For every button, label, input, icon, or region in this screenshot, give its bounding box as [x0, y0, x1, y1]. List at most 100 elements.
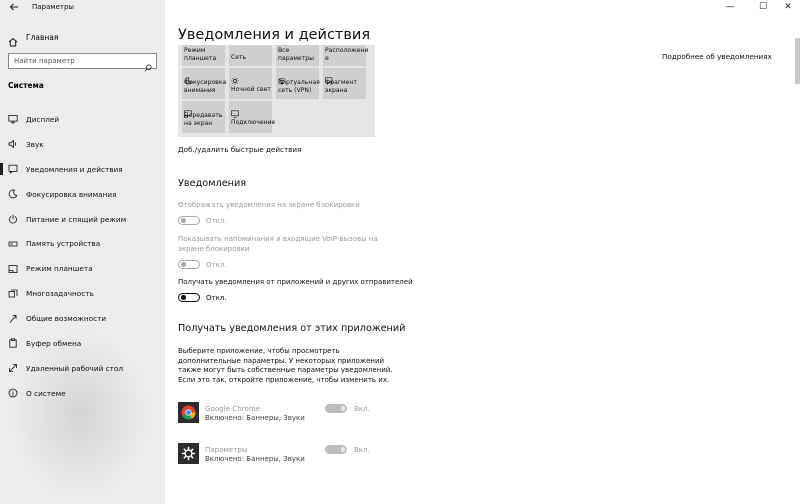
sidebar-item-clipboard[interactable]: Буфер обмена	[0, 331, 165, 356]
sidebar-item-label: Общие возможности	[26, 314, 107, 324]
from-apps-heading: Получать уведомления от этих приложений	[178, 323, 406, 334]
toggle-knob	[181, 295, 186, 300]
quick-action-label: Режим планшета	[184, 47, 217, 62]
multitasking-icon	[8, 289, 18, 299]
sidebar-item-power[interactable]: Питание и спящий режим	[0, 207, 165, 232]
related-link-notifications[interactable]: Подробнее об уведомлениях	[662, 52, 772, 61]
sidebar-item-label: О системе	[26, 388, 66, 398]
from-apps-description: Выберите приложение, чтобы просмотреть д…	[178, 347, 393, 384]
quick-action-label: Фрагмент экрана	[325, 79, 357, 94]
info-icon	[8, 388, 18, 398]
sidebar-item-label: Буфер обмена	[26, 338, 82, 348]
app-notifications-toggle-state: Откл.	[206, 294, 227, 302]
sidebar-item-label: Многозадачность	[26, 289, 94, 299]
sidebar-item-multitasking[interactable]: Многозадачность	[0, 281, 165, 306]
sidebar-item-label: Фокусировка внимания	[26, 189, 117, 199]
notifications-heading: Уведомления	[178, 178, 247, 189]
main-content: Уведомления и действия Подробнее об увед…	[165, 0, 800, 504]
storage-icon	[8, 239, 18, 249]
quick-action-focus[interactable]: Фокусировка внимания	[182, 68, 227, 99]
app-title: Параметры	[32, 3, 74, 11]
toggle-knob	[181, 262, 186, 267]
app-status: Включено: Баннеры, Звуки	[205, 455, 305, 463]
lock-screen-toggle-state: Откл.	[206, 217, 227, 225]
quick-action-snip[interactable]: Фрагмент экрана	[323, 68, 366, 99]
app-notifications-toggle[interactable]	[178, 293, 200, 302]
settings-gear-icon	[178, 443, 199, 464]
sidebar-item-tablet[interactable]: Режим планшета	[0, 256, 165, 281]
snip-icon	[325, 70, 333, 85]
sidebar-nav: Дисплей Звук Уведомления и действия Фоку…	[0, 107, 165, 406]
sun-icon	[231, 70, 239, 85]
sidebar-item-label: Звук	[26, 139, 44, 149]
page-title: Уведомления и действия	[178, 27, 371, 43]
sidebar-item-shared[interactable]: Общие возможности	[0, 306, 165, 331]
toggle-knob	[340, 447, 345, 452]
quick-action-tablet-mode[interactable]: Режим планшета	[182, 45, 225, 66]
remote-desktop-icon	[8, 363, 18, 373]
vpn-icon	[278, 70, 286, 85]
quick-action-night-light[interactable]: Ночной свет	[229, 68, 272, 99]
sidebar-item-label: Дисплей	[26, 114, 60, 124]
settings-toggle[interactable]	[325, 445, 347, 454]
quick-action-label: Сеть	[231, 54, 247, 61]
quick-action-all-settings[interactable]: Все параметры	[276, 45, 319, 66]
power-icon	[8, 214, 18, 224]
connect-icon	[231, 103, 239, 118]
home-button[interactable]: Главная	[8, 32, 59, 47]
search-input[interactable]: Найти параметр	[14, 57, 75, 65]
quick-action-connect[interactable]: Подключение	[229, 101, 275, 133]
home-icon	[8, 32, 18, 47]
notifications-icon	[8, 164, 18, 175]
voip-toggle[interactable]	[178, 260, 200, 269]
sidebar-item-label: Память устройства	[26, 239, 101, 249]
scrollbar[interactable]	[795, 38, 800, 84]
sidebar: Параметры Главная Найти параметр Система…	[0, 0, 165, 504]
quick-action-project[interactable]: Передавать на экран	[182, 101, 225, 133]
sidebar-item-display[interactable]: Дисплей	[0, 107, 165, 132]
project-icon	[184, 103, 192, 118]
sidebar-item-focus[interactable]: Фокусировка внимания	[0, 182, 165, 207]
sound-icon	[8, 139, 18, 149]
home-label: Главная	[26, 32, 59, 42]
sidebar-item-label: Удаленный рабочий стол	[26, 363, 124, 373]
sidebar-item-label: Питание и спящий режим	[26, 214, 127, 224]
quick-action-label: Передавать на экран	[184, 112, 223, 127]
tablet-icon	[8, 264, 18, 274]
search-box[interactable]: Найти параметр	[8, 53, 157, 72]
settings-toggle-state: Вкл.	[354, 446, 370, 454]
quick-action-location[interactable]: Расположени е	[323, 45, 369, 66]
moon-icon	[184, 70, 192, 85]
app-status: Включено: Баннеры, Звуки	[205, 414, 305, 422]
chrome-icon	[178, 402, 199, 423]
back-arrow-icon[interactable]	[8, 1, 20, 13]
app-notifications-label: Получать уведомления от приложений и дру…	[178, 278, 413, 286]
quick-action-label: Расположени е	[325, 47, 369, 62]
chrome-toggle[interactable]	[325, 404, 347, 413]
quick-actions-panel: Режим планшета Сеть Все параметры Распол…	[178, 45, 375, 137]
lock-screen-label: Отображать уведомления на экране блокиро…	[178, 201, 360, 209]
lock-screen-toggle[interactable]	[178, 216, 200, 225]
app-name: Параметры	[205, 445, 248, 454]
sidebar-item-about[interactable]: О системе	[0, 381, 165, 406]
quick-action-label: Виртуальная сеть (VPN)	[278, 79, 320, 94]
sidebar-item-storage[interactable]: Память устройства	[0, 231, 165, 256]
sidebar-item-label: Режим планшета	[26, 264, 93, 274]
sidebar-item-sound[interactable]: Звук	[0, 132, 165, 157]
toggle-knob	[340, 406, 345, 411]
chrome-toggle-state: Вкл.	[354, 405, 370, 413]
voip-toggle-state: Откл.	[206, 261, 227, 269]
search-icon[interactable]	[144, 57, 152, 72]
quick-action-label: Фокусировка внимания	[184, 79, 227, 94]
quick-action-vpn[interactable]: Виртуальная сеть (VPN)	[276, 68, 320, 99]
edit-quick-actions-link[interactable]: Доб./удалить быстрые действия	[178, 145, 301, 154]
quick-action-label: Все параметры	[278, 47, 314, 62]
title-bar: Параметры	[0, 0, 165, 14]
quick-action-network[interactable]: Сеть	[229, 45, 272, 66]
shared-icon	[8, 314, 18, 324]
voip-label: Показывать напоминания и входящие VoIP-в…	[178, 235, 378, 253]
sidebar-item-remote-desktop[interactable]: Удаленный рабочий стол	[0, 356, 165, 381]
sidebar-item-notifications[interactable]: Уведомления и действия	[0, 157, 165, 182]
app-name: Google Chrome	[205, 404, 261, 413]
clipboard-icon	[8, 338, 18, 349]
